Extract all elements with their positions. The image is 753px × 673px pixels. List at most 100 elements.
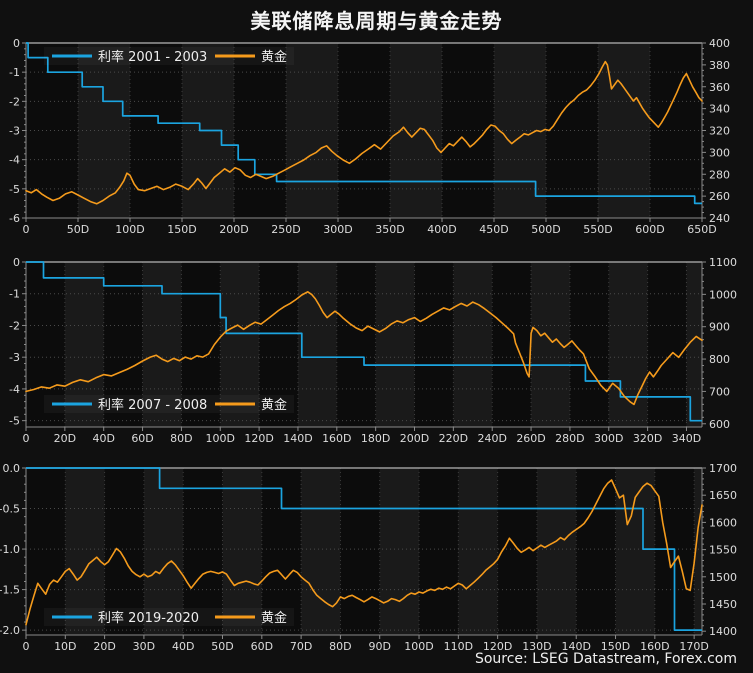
plot-band <box>458 468 497 635</box>
right-tick-label: 360 <box>709 81 730 94</box>
chart-rate-2007-2008: 020D40D60D80D100D120D140D160D180D200D220… <box>0 245 753 455</box>
left-tick-label: 0 <box>13 256 20 269</box>
right-tick-label: 1000 <box>709 288 737 301</box>
x-tick-label: 30D <box>133 640 155 650</box>
plot-band <box>537 468 576 635</box>
left-tick-label: 0 <box>13 37 20 50</box>
x-tick-label: 60D <box>131 432 153 445</box>
x-tick-label: 220D <box>439 432 468 445</box>
chart-page: 美联储降息周期与黄金走势 0 50D 100D 150D 200D 250D 300D 350… <box>0 0 753 673</box>
x-tick-label: 140D <box>283 432 312 445</box>
x-tick-label: 60D <box>251 640 273 650</box>
right-tick-label: 600 <box>709 418 730 431</box>
source-credit: Source: LSEG Datastream, Forex.com <box>475 651 737 667</box>
plot-band <box>531 262 570 427</box>
x-tick-label: 160D <box>322 432 351 445</box>
x-tick-label: 40D <box>92 432 114 445</box>
x-tick-label: 170D <box>679 640 708 650</box>
legend-item-gold-label: 黄金 <box>261 49 287 65</box>
legend-item-gold-label: 黄金 <box>261 397 287 413</box>
x-tick-label: 280D <box>555 432 584 445</box>
x-tick-label: 350D <box>375 223 404 236</box>
x-tick-label: 20D <box>54 432 76 445</box>
x-tick-label: 150D <box>167 223 196 236</box>
left-tick-label: -5 <box>9 183 20 196</box>
left-tick-label: -2 <box>9 319 20 332</box>
x-tick-label: 300D <box>323 223 352 236</box>
page-title: 美联储降息周期与黄金走势 <box>0 5 753 34</box>
right-tick-label: 380 <box>709 59 730 72</box>
right-tick-label: 320 <box>709 125 730 138</box>
x-tick-label: 150D <box>601 640 630 650</box>
left-tick-label: -1 <box>9 66 20 79</box>
x-tick-label: 50D <box>211 640 233 650</box>
x-tick-label: 240D <box>477 432 506 445</box>
right-tick-label: 1450 <box>709 598 737 611</box>
x-tick-label: 450D <box>479 223 508 236</box>
x-tick-label: 80D <box>170 432 192 445</box>
right-tick-label: 1700 <box>709 462 737 475</box>
x-tick-label: 180D <box>361 432 390 445</box>
right-tick-label: 1650 <box>709 489 737 502</box>
left-tick-label: -1 <box>9 288 20 301</box>
left-tick-label: -5 <box>9 415 20 428</box>
left-tick-label: -0.5 <box>0 503 20 516</box>
right-tick-label: 280 <box>709 168 730 181</box>
right-tick-label: 340 <box>709 103 730 116</box>
right-tick-label: 700 <box>709 385 730 398</box>
x-tick-label: 130D <box>522 640 551 650</box>
left-tick-label: -1.0 <box>0 543 20 556</box>
plot-band <box>376 262 415 427</box>
legend-item-rate-label: 利率 2001 - 2003 <box>98 49 207 65</box>
x-tick-label: 200D <box>400 432 429 445</box>
left-tick-label: -3 <box>9 351 20 364</box>
x-tick-label: 250D <box>271 223 300 236</box>
x-tick-label: 160D <box>640 640 669 650</box>
x-tick-label: 400D <box>427 223 456 236</box>
x-tick-label: 200D <box>219 223 248 236</box>
x-tick-label: 70D <box>290 640 312 650</box>
x-tick-label: 90D <box>368 640 390 650</box>
x-tick-label: 340D <box>672 432 701 445</box>
legend-item-rate-label: 利率 2007 - 2008 <box>98 397 207 413</box>
x-tick-label: 20D <box>93 640 115 650</box>
left-tick-label: -4 <box>9 154 20 167</box>
x-tick-label: 100D <box>206 432 235 445</box>
chart-rate-2001-2003: 050D100D150D200D250D300D350D400D450D500D… <box>0 35 753 245</box>
x-tick-label: 320D <box>633 432 662 445</box>
plot-band <box>609 262 648 427</box>
right-tick-label: 1550 <box>709 544 737 557</box>
plot-band <box>380 468 419 635</box>
right-tick-label: 1600 <box>709 516 737 529</box>
x-tick-label: 500D <box>531 223 560 236</box>
left-tick-label: -2.0 <box>0 624 20 637</box>
x-tick-label: 100D <box>404 640 433 650</box>
x-tick-label: 80D <box>329 640 351 650</box>
right-tick-label: 1500 <box>709 571 737 584</box>
x-tick-label: 0 <box>23 640 30 650</box>
left-tick-label: -2 <box>9 95 20 108</box>
x-tick-label: 600D <box>635 223 664 236</box>
right-tick-label: 800 <box>709 353 730 366</box>
legend-item-rate-label: 利率 2019-2020 <box>98 610 199 626</box>
x-tick-label: 40D <box>172 640 194 650</box>
plot-band <box>301 468 340 635</box>
left-tick-label: -4 <box>9 383 20 396</box>
left-tick-label: 0.0 <box>3 462 21 475</box>
x-tick-label: 550D <box>583 223 612 236</box>
x-tick-label: 110D <box>444 640 473 650</box>
chart-rate-2019-2020: 010D20D30D40D50D60D70D80D90D100D110D120D… <box>0 455 753 650</box>
x-tick-label: 120D <box>483 640 512 650</box>
x-tick-label: 100D <box>115 223 144 236</box>
right-tick-label: 400 <box>709 37 730 50</box>
right-tick-label: 240 <box>709 212 730 225</box>
right-tick-label: 900 <box>709 321 730 334</box>
left-tick-label: -3 <box>9 125 20 138</box>
plot-band <box>453 262 492 427</box>
right-tick-label: 260 <box>709 190 730 203</box>
right-tick-label: 1100 <box>709 256 737 269</box>
left-tick-label: -6 <box>9 212 20 225</box>
plot-band <box>298 262 337 427</box>
legend-item-gold-label: 黄金 <box>261 610 287 626</box>
x-tick-label: 0 <box>23 432 30 445</box>
